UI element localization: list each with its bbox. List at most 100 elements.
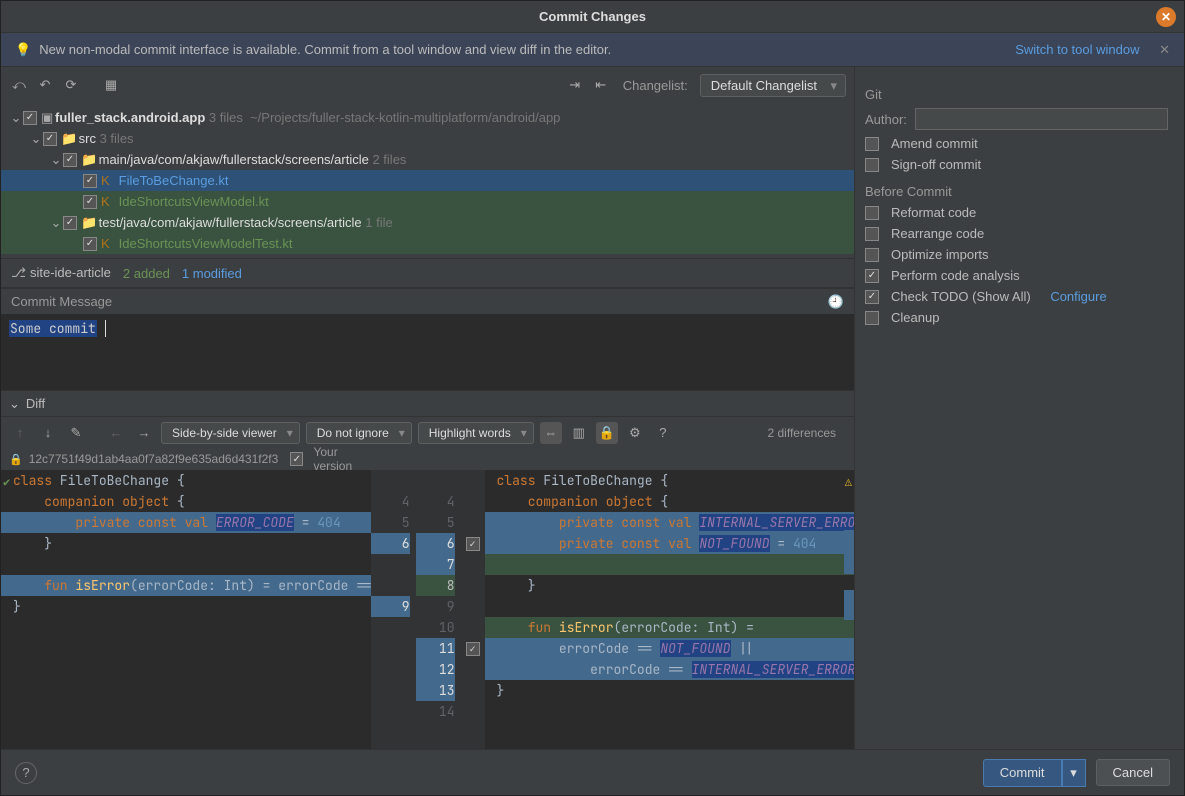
tree-file-2[interactable]: ✓ K IdeShortcutsViewModel.kt: [1, 191, 854, 212]
folder-icon: 📁: [81, 149, 95, 170]
chevron-down-icon[interactable]: ⌄: [49, 212, 63, 233]
amend-checkbox[interactable]: [865, 137, 879, 151]
next-file-icon[interactable]: →: [133, 422, 155, 444]
signoff-checkbox[interactable]: [865, 158, 879, 172]
changelist-label: Changelist:: [623, 78, 688, 93]
collapse-icon[interactable]: ⇥: [565, 75, 585, 95]
kotlin-file-icon: K: [101, 191, 115, 212]
rollback-icon[interactable]: ⤺: [9, 75, 29, 95]
commit-dropdown-button[interactable]: ▾: [1062, 759, 1086, 787]
history-icon[interactable]: 🕘: [828, 294, 844, 310]
checkbox[interactable]: ✓: [83, 195, 97, 209]
help-icon[interactable]: ?: [15, 762, 37, 784]
branch-bar: ⎇site-ide-article 2 added 1 modified: [1, 258, 854, 288]
lock-icon[interactable]: 🔒: [596, 422, 618, 444]
highlight-combo[interactable]: Highlight words: [418, 422, 534, 444]
dialog-footer: ? Commit ▾ Cancel: [1, 749, 1184, 795]
ignore-combo[interactable]: Do not ignore: [306, 422, 412, 444]
expand-icon[interactable]: ⇤: [591, 75, 611, 95]
cleanup-checkbox[interactable]: [865, 311, 879, 325]
group-icon[interactable]: ▦: [101, 75, 121, 95]
diff-count: 2 differences: [768, 426, 847, 440]
title: Commit Changes: [539, 9, 646, 24]
before-commit-header: Before Commit: [865, 184, 1168, 199]
commit-message-header: Commit Message 🕘: [1, 288, 854, 314]
hunk-checkbox[interactable]: ✓: [466, 537, 480, 551]
module-icon: ▣: [41, 107, 55, 128]
folder-icon: 📁: [61, 128, 75, 149]
titlebar: Commit Changes ✕: [1, 1, 1184, 33]
warning-marker-icon: ⚠: [845, 474, 852, 490]
help-icon[interactable]: ?: [652, 422, 674, 444]
prev-diff-icon[interactable]: ↑: [9, 422, 31, 444]
branch-name: site-ide-article: [30, 265, 111, 280]
tree-test-row[interactable]: ⌄ ✓ 📁 test/java/com/akjaw/fullerstack/sc…: [1, 212, 854, 233]
branch-icon: ⎇: [11, 265, 26, 280]
author-input[interactable]: [915, 108, 1168, 130]
hunk-checkbox[interactable]: ✓: [466, 642, 480, 656]
edit-icon[interactable]: ✎: [65, 422, 87, 444]
undo-icon[interactable]: ↶: [35, 75, 55, 95]
tree-src-row[interactable]: ⌄ ✓ 📁 src 3 files: [1, 128, 854, 149]
banner-close-icon[interactable]: ✕: [1159, 42, 1170, 57]
kotlin-file-icon: K: [101, 233, 115, 254]
sync-scroll-icon[interactable]: ▥: [568, 422, 590, 444]
prev-file-icon[interactable]: ←: [105, 422, 127, 444]
modified-count: 1 modified: [182, 266, 242, 281]
lightbulb-icon: 💡: [15, 42, 31, 58]
checkbox[interactable]: ✓: [290, 452, 303, 466]
analysis-checkbox[interactable]: ✓: [865, 269, 879, 283]
diff-view[interactable]: ✔ class class FileToBeChange {FileToBeCh…: [1, 470, 854, 749]
checkbox[interactable]: ✓: [43, 132, 57, 146]
commit-message-input[interactable]: Some commit: [1, 314, 854, 390]
cancel-button[interactable]: Cancel: [1096, 759, 1170, 786]
optimize-checkbox[interactable]: [865, 248, 879, 262]
diff-left-pane[interactable]: ✔ class class FileToBeChange {FileToBeCh…: [1, 470, 371, 749]
collapse-unchanged-icon[interactable]: ⇔: [540, 422, 562, 444]
viewer-combo[interactable]: Side-by-side viewer: [161, 422, 300, 444]
reformat-checkbox[interactable]: [865, 206, 879, 220]
checkbox[interactable]: ✓: [83, 174, 97, 188]
configure-link[interactable]: Configure: [1050, 289, 1106, 304]
amend-label: Amend commit: [891, 136, 978, 151]
chevron-down-icon[interactable]: ⌄: [9, 107, 23, 128]
diff-right-pane[interactable]: ⚠ class FileToBeChange { companion objec…: [485, 470, 855, 749]
chevron-down-icon[interactable]: ⌄: [9, 396, 20, 412]
close-icon[interactable]: ✕: [1156, 7, 1176, 27]
diff-gutter: 4 5 6 9 4 5: [371, 470, 461, 749]
banner-text: New non-modal commit interface is availa…: [39, 42, 611, 57]
settings-icon[interactable]: ⚙: [624, 422, 646, 444]
author-label: Author:: [865, 112, 907, 127]
changelist-combo[interactable]: Default Changelist: [700, 74, 846, 97]
tree-module-row[interactable]: ⌄ ✓ ▣ fuller_stack.android.app 3 files ~…: [1, 107, 854, 128]
next-diff-icon[interactable]: ↓: [37, 422, 59, 444]
lock-icon: 🔒: [9, 453, 23, 466]
checkbox[interactable]: ✓: [63, 153, 77, 167]
checkbox[interactable]: ✓: [23, 111, 37, 125]
changes-tree[interactable]: ⌄ ✓ ▣ fuller_stack.android.app 3 files ~…: [1, 103, 854, 258]
left-revision: 12c7751f49d1ab4aa0f7a82f9e635ad6d431f2f3: [29, 452, 279, 466]
rearrange-checkbox[interactable]: [865, 227, 879, 241]
git-header: Git: [865, 87, 1168, 102]
info-banner: 💡 New non-modal commit interface is avai…: [1, 33, 1184, 67]
folder-icon: 📁: [81, 212, 95, 233]
tree-file-3[interactable]: ✓ K IdeShortcutsViewModelTest.kt: [1, 233, 854, 254]
right-version-label: Your version: [313, 445, 375, 473]
todo-checkbox[interactable]: ✓: [865, 290, 879, 304]
chevron-down-icon[interactable]: ⌄: [49, 149, 63, 170]
chevron-down-icon[interactable]: ⌄: [29, 128, 43, 149]
refresh-icon[interactable]: ⟳: [61, 75, 81, 95]
ok-marker-icon: ✔: [3, 474, 10, 490]
diff-header[interactable]: ⌄ Diff: [1, 390, 854, 416]
commit-button[interactable]: Commit: [983, 759, 1062, 787]
checkbox[interactable]: ✓: [63, 216, 77, 230]
kotlin-file-icon: K: [101, 170, 115, 191]
diff-toolbar: ↑ ↓ ✎ ← → Side-by-side viewer Do not ign…: [1, 416, 854, 448]
checkbox[interactable]: ✓: [83, 237, 97, 251]
diff-hunk-checkboxes: ✓ ✓: [461, 470, 485, 749]
signoff-label: Sign-off commit: [891, 157, 981, 172]
tree-main-row[interactable]: ⌄ ✓ 📁 main/java/com/akjaw/fullerstack/sc…: [1, 149, 854, 170]
tree-file-1[interactable]: ✓ K FileToBeChange.kt: [1, 170, 854, 191]
switch-tool-window-link[interactable]: Switch to tool window: [1015, 42, 1139, 57]
git-options-panel: Git Author: Amend commit Sign-off commit…: [854, 67, 1184, 749]
